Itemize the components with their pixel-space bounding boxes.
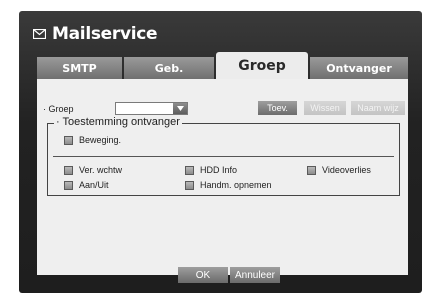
motion-checkbox[interactable] — [64, 135, 73, 145]
motion-label: Beweging. — [79, 135, 122, 145]
add-button[interactable]: Toev. — [258, 101, 297, 115]
chevron-down-icon[interactable] — [173, 103, 187, 114]
manual-record-option[interactable]: Handm. opnemen — [185, 180, 272, 190]
password-change-checkbox[interactable] — [64, 165, 73, 175]
permissions-legend: · Toestemming ontvanger — [54, 116, 182, 128]
power-option[interactable]: Aan/Uit — [64, 180, 109, 190]
delete-button[interactable]: Wissen — [304, 101, 346, 115]
groep-select[interactable] — [115, 102, 188, 115]
manual-record-checkbox[interactable] — [185, 180, 194, 190]
video-loss-label: Videoverlies — [322, 165, 371, 175]
hdd-info-label: HDD Info — [200, 165, 238, 175]
video-loss-checkbox[interactable] — [307, 165, 316, 175]
rename-button[interactable]: Naam wijz — [351, 101, 405, 115]
groep-label: · Groep — [43, 104, 74, 114]
hdd-info-option[interactable]: HDD Info — [185, 165, 237, 175]
dialog-title-text: Mailservice — [52, 24, 158, 44]
mail-icon — [33, 29, 46, 39]
password-change-option[interactable]: Ver. wchtw — [64, 165, 122, 175]
tab-geb[interactable]: Geb. — [124, 57, 214, 79]
ok-button[interactable]: OK — [178, 267, 228, 283]
tab-groep[interactable]: Groep — [216, 52, 308, 79]
recipient-permissions-group: · Toestemming ontvanger Beweging. Ver. w… — [47, 116, 400, 196]
manual-record-label: Handm. opnemen — [200, 180, 272, 190]
tab-smtp[interactable]: SMTP — [37, 57, 122, 79]
power-label: Aan/Uit — [79, 180, 109, 190]
video-loss-option[interactable]: Videoverlies — [307, 165, 371, 175]
groep-panel: · Groep Toev. Wissen Naam wijz · Toestem… — [37, 79, 408, 275]
password-change-label: Ver. wchtw — [79, 165, 123, 175]
permissions-divider — [53, 156, 394, 157]
mailservice-dialog: Mailservice SMTP Geb. Groep Ontvanger · … — [19, 11, 422, 293]
tab-ontvanger[interactable]: Ontvanger — [310, 57, 408, 79]
motion-option[interactable]: Beweging. — [64, 135, 121, 145]
hdd-info-checkbox[interactable] — [185, 165, 194, 175]
cancel-button[interactable]: Annuleer — [230, 267, 280, 283]
power-checkbox[interactable] — [64, 180, 73, 190]
dialog-title: Mailservice — [33, 23, 158, 45]
